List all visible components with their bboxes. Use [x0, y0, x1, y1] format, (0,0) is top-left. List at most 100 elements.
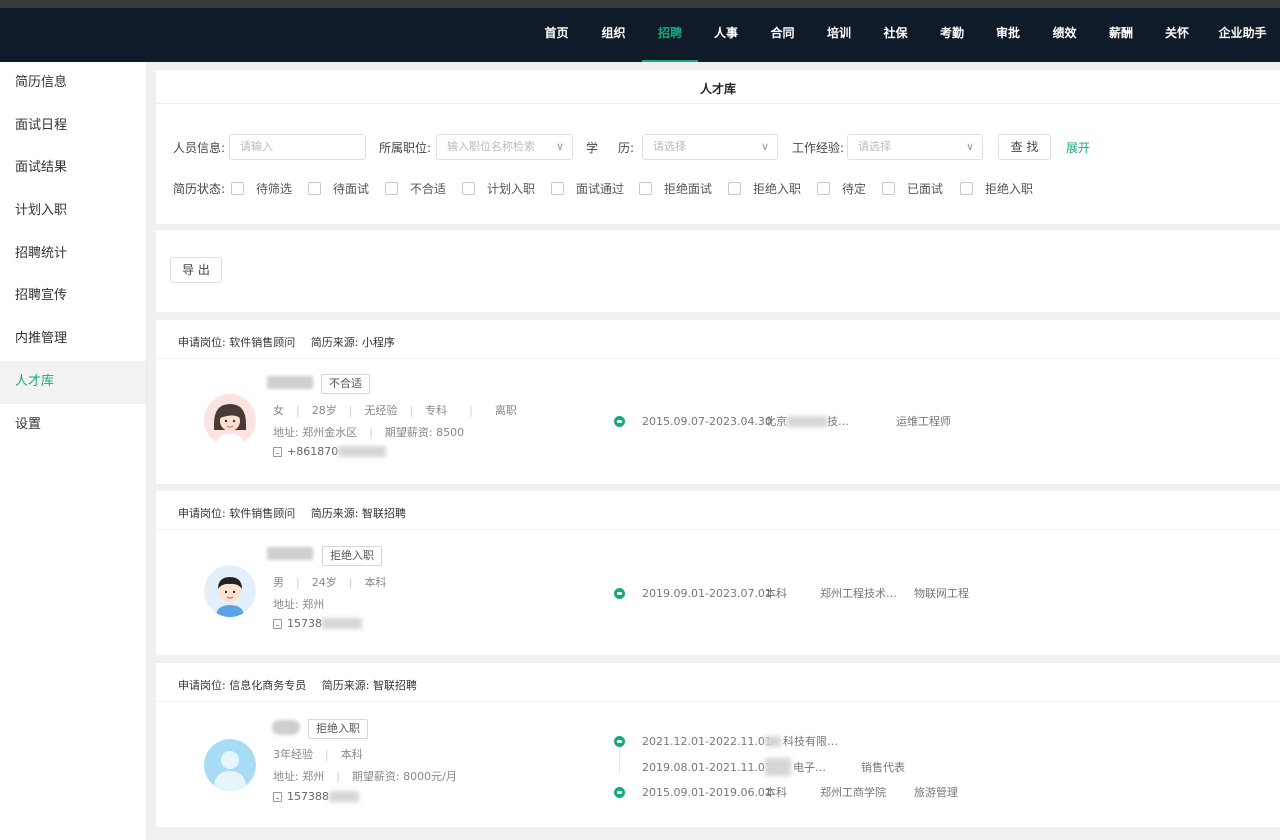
candidate-name-redacted [272, 720, 300, 735]
separator: | [369, 426, 373, 439]
phone-number: 157388 [287, 790, 329, 803]
experience-select-placeholder: 请选择 [858, 140, 891, 153]
status-checkbox-label: 面试通过 [576, 182, 625, 196]
chevron-down-icon: ∨ [555, 140, 564, 153]
status-checkbox-declined-interview[interactable]: 拒绝面试 [639, 180, 712, 197]
nav-item-contract[interactable]: 合同 [754, 8, 811, 62]
page-title: 人才库 [699, 82, 736, 96]
sidebar-item-interview-results[interactable]: 面试结果 [0, 147, 146, 190]
candidate-card[interactable]: 申请岗位: 软件销售顾问 简历来源: 智联招聘 拒绝入职 男 | 24岁 | 本科 地址… [156, 491, 1280, 655]
checkbox-icon [551, 182, 564, 195]
resume-source: 简历来源: 小程序 [310, 336, 395, 349]
checkbox-icon [960, 182, 973, 195]
status-tag: 拒绝入职 [322, 546, 382, 566]
gender: 男 [273, 576, 284, 589]
applied-position: 申请岗位: 信息化商务专员 [178, 679, 307, 692]
candidate-card[interactable]: 申请岗位: 信息化商务专员 简历来源: 智联招聘 拒绝入职 3年经验 | 本科 地址… [156, 663, 1280, 827]
nav-item-social-security[interactable]: 社保 [867, 8, 924, 62]
address: 地址: 郑州 [273, 598, 325, 611]
nav-item-organization[interactable]: 组织 [585, 8, 642, 62]
status-checkbox-pending[interactable]: 待定 [817, 180, 866, 197]
edu-school: 郑州工程技术… [820, 587, 897, 600]
org-redacted [787, 415, 827, 427]
sidebar-item-interview-schedule[interactable]: 面试日程 [0, 105, 146, 148]
status-checkbox-declined-offer[interactable]: 拒绝入职 [728, 180, 801, 197]
position-select[interactable]: 输入职位名称检索 ∨ [436, 134, 573, 160]
resume-status-label: 简历状态: [173, 182, 226, 196]
person-info-label: 人员信息: [173, 141, 226, 155]
status-checkbox-unsuitable[interactable]: 不合适 [385, 180, 446, 197]
nav-item-performance[interactable]: 绩效 [1036, 8, 1093, 62]
candidate-basic-info: 3年经验 | 本科 [273, 746, 363, 762]
experience-entry: 2019.08.01-2021.11.01 电子… 销售代表 [614, 758, 905, 776]
sidebar-item-planned-onboarding[interactable]: 计划入职 [0, 190, 146, 233]
person-info-input[interactable]: 请输入 [229, 134, 366, 160]
expected-salary: 期望薪资: 8000元/月 [351, 770, 457, 783]
nav-item-approval[interactable]: 审批 [980, 8, 1036, 62]
checkbox-icon [308, 182, 321, 195]
candidate-address-salary: 地址: 郑州 | 期望薪资: 8000元/月 [273, 768, 457, 784]
separator: | [325, 748, 329, 761]
status-checkbox-label: 待面试 [333, 182, 370, 196]
sidebar-item-recruitment-promotion[interactable]: 招聘宣传 [0, 275, 146, 318]
status-checkbox-pending-screening[interactable]: 待筛选 [231, 180, 292, 197]
education-select[interactable]: 请选择 ∨ [642, 134, 778, 160]
age: 24岁 [311, 576, 337, 589]
sidebar-item-settings[interactable]: 设置 [0, 404, 146, 447]
gender: 女 [273, 404, 284, 417]
experience-label: 工作经验: [792, 141, 845, 155]
education-entry: 2015.09.01-2019.06.01 本科 郑州工商学院 旅游管理 [614, 784, 958, 800]
separator: | [296, 404, 300, 417]
sidebar-item-talent-pool[interactable]: 人才库 [0, 360, 146, 404]
sidebar-item-resume-info[interactable]: 简历信息 [0, 62, 146, 105]
nav-item-payroll[interactable]: 薪酬 [1093, 8, 1149, 62]
checkbox-icon [231, 182, 244, 195]
status-checkbox-planned-onboarding[interactable]: 计划入职 [462, 180, 535, 197]
position-label: 所属职位: [379, 141, 432, 155]
card-header: 申请岗位: 软件销售顾问 简历来源: 智联招聘 [178, 505, 418, 521]
status-checkbox-interviewed[interactable]: 已面试 [882, 180, 943, 197]
exp-period: 2019.08.01-2021.11.01 [642, 760, 772, 774]
phone-icon [273, 791, 282, 802]
sidebar-item-referral-management[interactable]: 内推管理 [0, 318, 146, 361]
checkbox-icon [728, 182, 741, 195]
nav-item-attendance[interactable]: 考勤 [924, 8, 980, 62]
sidebar-item-recruitment-stats[interactable]: 招聘统计 [0, 233, 146, 276]
export-button[interactable]: 导 出 [170, 257, 222, 283]
candidate-card[interactable]: 申请岗位: 软件销售顾问 简历来源: 小程序 不合适 女 | 28岁 | 无经验 | 专科 |… [156, 320, 1280, 484]
nav-item-training[interactable]: 培训 [811, 8, 867, 62]
experience-select[interactable]: 请选择 ∨ [847, 134, 983, 160]
address: 地址: 郑州 [273, 770, 325, 783]
nav-item-enterprise-assistant[interactable]: 企业助手 [1205, 8, 1280, 62]
education: 专科 [425, 404, 448, 417]
search-button[interactable]: 查 找 [998, 134, 1051, 160]
avatar-female [204, 394, 256, 446]
nav-item-care[interactable]: 关怀 [1149, 8, 1205, 62]
education: 本科 [364, 576, 387, 589]
timeline-dot-icon [614, 587, 625, 599]
expand-link[interactable]: 展开 [1066, 139, 1090, 156]
edu-school: 郑州工商学院 [820, 786, 886, 799]
status-checkbox-interview-passed[interactable]: 面试通过 [551, 180, 624, 197]
male-avatar-icon [204, 565, 256, 617]
candidate-basic-info: 女 | 28岁 | 无经验 | 专科 | 离职 [273, 402, 517, 418]
exp-org-start: 北京 [765, 415, 787, 428]
status-checkbox-declined-offer-2[interactable]: 拒绝入职 [960, 180, 1033, 197]
status-checkbox-label: 拒绝入职 [753, 182, 802, 196]
main-content: 人才库 人员信息: 请输入 所属职位: 输入职位名称检索 ∨ 学 历: 请选择 … [156, 70, 1280, 840]
education: 本科 [340, 748, 363, 761]
status-checkbox-label: 待定 [842, 182, 867, 196]
nav-item-recruitment[interactable]: 招聘 [642, 8, 698, 62]
education-label-part2: 历: [618, 141, 635, 155]
card-divider [156, 529, 1280, 530]
nav-item-personnel[interactable]: 人事 [698, 8, 754, 62]
status-checkbox-pending-interview[interactable]: 待面试 [308, 180, 369, 197]
nav-item-home[interactable]: 首页 [528, 8, 585, 62]
checkbox-icon [462, 182, 475, 195]
separator: | [469, 404, 473, 417]
candidate-address-salary: 地址: 郑州金水区 | 期望薪资: 8500 [273, 424, 464, 440]
exp-role: 销售代表 [861, 761, 905, 774]
status-checkbox-label: 待筛选 [256, 182, 293, 196]
exp-period: 2015.09.07-2023.04.30 [642, 414, 772, 428]
status-checkbox-label: 拒绝面试 [664, 182, 713, 196]
